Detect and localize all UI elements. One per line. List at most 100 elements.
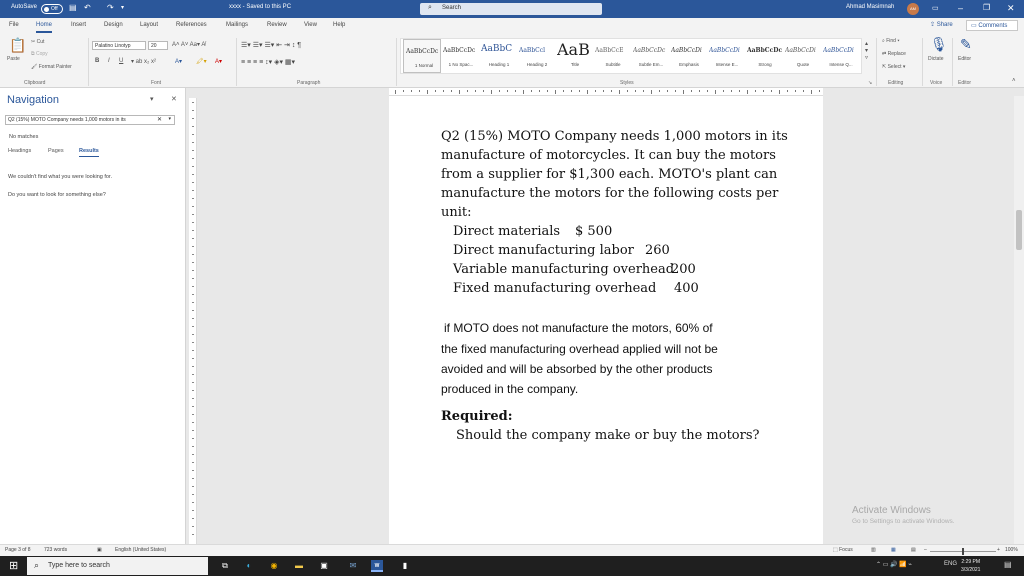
- zoom-level[interactable]: 100%: [1005, 547, 1018, 553]
- cost-label[interactable]: Fixed manufacturing overhead: [453, 281, 656, 296]
- zoom-slider-knob[interactable]: [962, 548, 964, 555]
- chrome-icon[interactable]: ◉: [268, 560, 280, 572]
- tab-pages[interactable]: Pages: [48, 148, 64, 154]
- tab-view[interactable]: View: [304, 22, 317, 28]
- comments-button[interactable]: ▭ Comments: [966, 20, 1018, 31]
- list-icons[interactable]: ☰▾ ☰▾ ☰▾ ⇤ ⇥ ↕ ¶: [241, 41, 301, 49]
- cost-value[interactable]: 200: [671, 262, 696, 277]
- highlight-icon[interactable]: 🖍▾: [196, 58, 207, 65]
- web-layout-icon[interactable]: ▤: [911, 547, 916, 553]
- save-icon[interactable]: ▤: [69, 3, 77, 12]
- windows-start-icon[interactable]: ⊞: [9, 561, 18, 572]
- tab-review[interactable]: Review: [267, 22, 287, 28]
- paste-icon[interactable]: 📋: [9, 37, 26, 54]
- underline-icon[interactable]: U: [119, 58, 123, 64]
- style-intense-emphasis[interactable]: AaBbCcDi Intense E...: [707, 39, 745, 73]
- zoom-out-icon[interactable]: –: [924, 547, 927, 553]
- italic-icon[interactable]: I: [108, 58, 110, 64]
- style-subtitle[interactable]: AaBbCcE Subtitle: [593, 39, 631, 73]
- style-intense-quote[interactable]: AaBbCcDi Intense Q...: [821, 39, 859, 73]
- language-status[interactable]: English (United States): [115, 547, 166, 553]
- tab-headings[interactable]: Headings: [8, 148, 31, 154]
- style-normal[interactable]: AaBbCcDc 1 Normal: [403, 39, 441, 73]
- task-view-icon[interactable]: ⧉: [219, 560, 231, 572]
- text-effects-icon[interactable]: A▾: [175, 58, 182, 65]
- cost-value[interactable]: 400: [674, 281, 699, 296]
- tab-home[interactable]: Home: [36, 22, 53, 33]
- navigation-search-input[interactable]: Q2 (15%) MOTO Company needs 1,000 motors…: [5, 115, 175, 125]
- customize-toolbar-icon[interactable]: ▾: [121, 4, 124, 11]
- note-line[interactable]: if MOTO does not manufacture the motors,…: [444, 321, 713, 335]
- alignment-icons[interactable]: ≡ ≡ ≡ ≡ ↕▾ ◈▾ ▦▾: [241, 58, 295, 66]
- cost-value[interactable]: 260: [645, 243, 670, 258]
- vertical-ruler[interactable]: [189, 98, 197, 544]
- tab-design[interactable]: Design: [104, 22, 123, 28]
- system-clock[interactable]: 2:29 PM 3/3/2021: [961, 558, 980, 574]
- select-button[interactable]: ⇱ Select ▾: [882, 64, 905, 70]
- clear-search-icon[interactable]: ✕: [157, 116, 162, 123]
- proofing-icon[interactable]: ▣: [97, 547, 102, 553]
- style-emphasis[interactable]: AaBbCcDi Emphasis: [669, 39, 707, 73]
- undo-icon[interactable]: ↶: [84, 3, 91, 12]
- avatar[interactable]: AM: [907, 3, 919, 15]
- mail-icon[interactable]: ✉: [347, 560, 359, 572]
- close-icon[interactable]: ✕: [1007, 3, 1015, 14]
- document-title[interactable]: xxxx - Saved to this PC: [229, 4, 291, 10]
- style-title[interactable]: AaB Title: [555, 39, 593, 73]
- question-line[interactable]: from a supplier for $1,300 each. MOTO's …: [441, 167, 777, 182]
- zoom-in-icon[interactable]: +: [997, 547, 1000, 553]
- find-button[interactable]: ⌕ Find ▾: [882, 38, 899, 44]
- cost-label[interactable]: Direct manufacturing labor: [453, 243, 634, 258]
- pane-options-icon[interactable]: ▾: [150, 95, 154, 103]
- user-name[interactable]: Ahmad Masimnah: [846, 4, 894, 10]
- cost-value[interactable]: $ 500: [575, 224, 612, 239]
- tab-insert[interactable]: Insert: [71, 22, 86, 28]
- focus-button[interactable]: ⬚ Focus: [833, 547, 853, 553]
- dictate-button[interactable]: Dictate: [928, 56, 944, 62]
- input-language[interactable]: ENG: [944, 561, 957, 567]
- editor-button[interactable]: Editor: [958, 56, 971, 62]
- style-no-spacing[interactable]: AaBbCcDc 1 No Spac...: [441, 39, 479, 73]
- restore-icon[interactable]: ❐: [983, 3, 990, 12]
- format-painter-button[interactable]: 🖌 Format Painter: [31, 64, 72, 70]
- read-mode-icon[interactable]: ▥: [871, 547, 876, 553]
- ribbon-display-icon[interactable]: ▭: [932, 4, 939, 12]
- style-heading-2[interactable]: AaBbCcl Heading 2: [517, 39, 555, 73]
- cut-button[interactable]: ✂ Cut: [31, 39, 44, 45]
- cost-label[interactable]: Direct materials: [453, 224, 560, 239]
- tab-references[interactable]: References: [176, 22, 207, 28]
- format-icons[interactable]: ▾ ab x₂ x²: [131, 58, 156, 65]
- notifications-icon[interactable]: ▤: [1004, 560, 1012, 569]
- tab-file[interactable]: File: [9, 22, 19, 28]
- paste-button[interactable]: Paste: [7, 56, 20, 62]
- question-line[interactable]: unit:: [441, 205, 472, 220]
- horizontal-ruler[interactable]: [389, 88, 823, 96]
- edge-icon[interactable]: ◐: [243, 560, 255, 572]
- tab-layout[interactable]: Layout: [140, 22, 158, 28]
- search-options-icon[interactable]: ▾: [168, 116, 171, 122]
- style-subtle-emphasis[interactable]: AaBbCcDc Subtle Em...: [631, 39, 669, 73]
- pane-close-icon[interactable]: ✕: [171, 95, 177, 103]
- note-line[interactable]: produced in the company.: [441, 382, 578, 396]
- tab-help[interactable]: Help: [333, 22, 345, 28]
- file-explorer-icon[interactable]: ▬: [293, 560, 305, 572]
- word-icon[interactable]: W: [371, 560, 383, 572]
- question-line[interactable]: Q2 (15%) MOTO Company needs 1,000 motors…: [441, 129, 788, 144]
- word-count[interactable]: 723 words: [44, 547, 67, 553]
- print-layout-icon[interactable]: ▦: [891, 547, 896, 553]
- system-tray-icons[interactable]: ⌃ ▭ 🔊 📶 ⌁: [876, 561, 912, 568]
- microphone-icon[interactable]: 🎙: [930, 36, 948, 53]
- required-question[interactable]: Should the company make or buy the motor…: [456, 428, 759, 443]
- style-strong[interactable]: AaBbCcDc Strong: [745, 39, 783, 73]
- note-line[interactable]: the fixed manufacturing overhead applied…: [441, 342, 718, 356]
- question-line[interactable]: manufacture of motorcycles. It can buy t…: [441, 148, 776, 163]
- document-page[interactable]: [389, 96, 823, 544]
- tab-mailings[interactable]: Mailings: [226, 22, 248, 28]
- redo-icon[interactable]: ↷: [107, 3, 114, 12]
- bold-icon[interactable]: B: [95, 58, 99, 64]
- grow-shrink-font-icons[interactable]: A˄ A˅ Aa▾ A̸: [172, 41, 205, 48]
- vertical-scrollbar[interactable]: [1014, 96, 1024, 544]
- required-heading[interactable]: Required:: [441, 409, 513, 424]
- styles-dialog-launcher-icon[interactable]: ↘: [868, 80, 872, 86]
- page-count[interactable]: Page 3 of 8: [5, 547, 31, 553]
